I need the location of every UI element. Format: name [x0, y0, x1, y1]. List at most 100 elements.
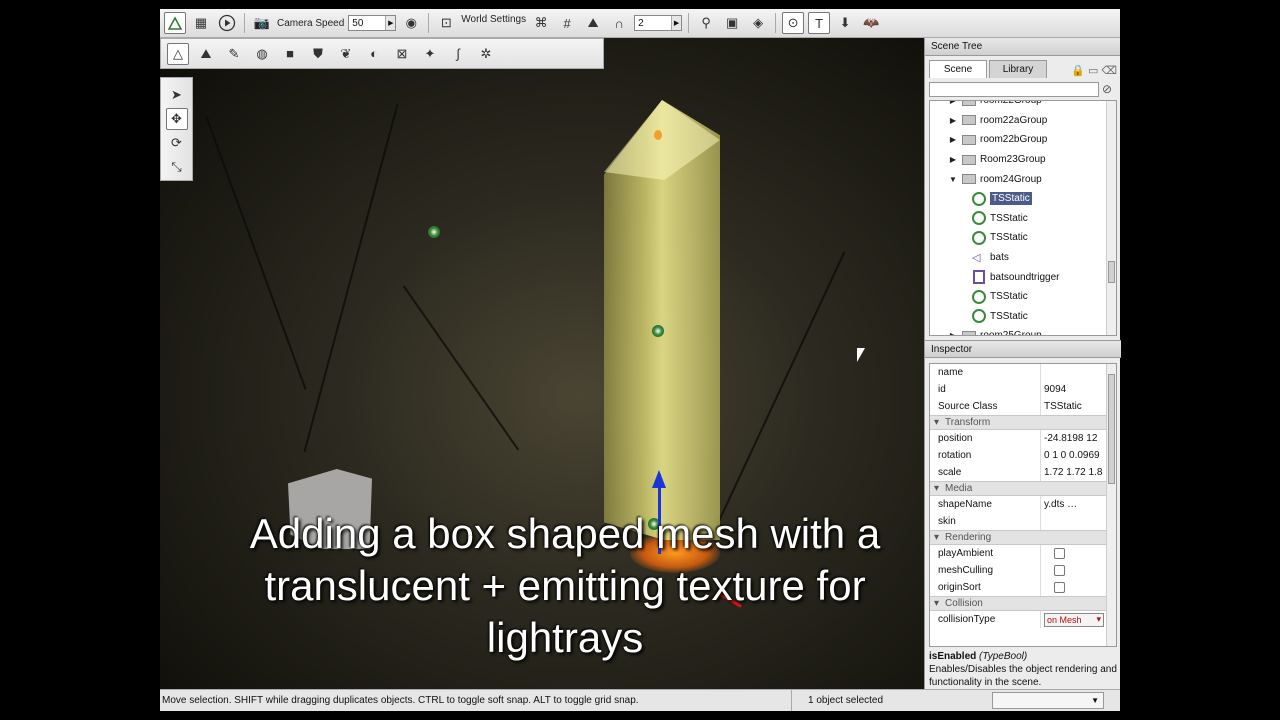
- tree-item[interactable]: ▶ room22Group: [930, 101, 1116, 111]
- inspector-header: Inspector: [925, 340, 1121, 358]
- road-editor-tool[interactable]: ∫: [447, 43, 469, 65]
- scene-tree-list[interactable]: ▶ room22Group ▶ room22aGroup ▶ room22bGroup ▶ R…: [929, 100, 1117, 336]
- tree-scroll-thumb[interactable]: [1108, 261, 1115, 283]
- inspector-scroll-thumb[interactable]: [1108, 374, 1115, 484]
- tree-item[interactable]: ▶ room22bGroup: [930, 130, 1116, 150]
- group-rendering[interactable]: ▾ Rendering: [930, 530, 1116, 545]
- tree-item[interactable]: TSStatic: [930, 307, 1116, 327]
- selection-center-button[interactable]: ⊙: [782, 12, 805, 34]
- expand-right-icon[interactable]: ▶: [948, 116, 958, 125]
- folder-icon[interactable]: ▭: [1088, 64, 1098, 77]
- terrain-painter-tool[interactable]: ✎: [223, 43, 245, 65]
- camera-speed-input[interactable]: 50 ▶: [348, 15, 397, 31]
- snap-size-input[interactable]: 2 ▶: [634, 15, 683, 31]
- text-button[interactable]: T: [808, 12, 831, 34]
- tree-item[interactable]: ▶ Room23Group: [930, 150, 1116, 170]
- lock-icon[interactable]: 🔒: [1071, 64, 1085, 77]
- tree-item[interactable]: ▶ room25Group: [930, 326, 1116, 335]
- object-editor-tool[interactable]: △: [167, 42, 189, 65]
- terrain-editor-tool[interactable]: ⛰: [195, 43, 217, 65]
- light-bulb-icon[interactable]: [654, 130, 662, 140]
- clear-filter-icon[interactable]: ⊘: [1102, 82, 1112, 96]
- prop-originsort: originSort: [930, 579, 1116, 596]
- expand-right-icon[interactable]: ▶: [948, 331, 958, 335]
- tree-item-label: TSStatic: [990, 291, 1028, 303]
- expand-right-icon[interactable]: ▶: [948, 135, 958, 144]
- collisiontype-select[interactable]: on Mesh ▾: [1044, 612, 1104, 627]
- datablock-editor-tool[interactable]: ⛊: [307, 43, 329, 65]
- tab-library[interactable]: Library: [989, 60, 1047, 78]
- select-arrow-button[interactable]: ➤: [166, 84, 188, 106]
- tree-item[interactable]: TSStatic: [930, 228, 1116, 248]
- tree-item[interactable]: TSStatic: [930, 189, 1116, 209]
- tree-item[interactable]: batsoundtrigger: [930, 267, 1116, 287]
- meshculling-checkbox[interactable]: [1054, 565, 1065, 576]
- trash-icon[interactable]: ⌫: [1101, 64, 1117, 77]
- spin-arrow-icon[interactable]: ▶: [671, 16, 682, 30]
- world-editor-button[interactable]: [164, 12, 186, 34]
- browse-icon[interactable]: …: [1067, 499, 1077, 510]
- drop-object-button[interactable]: ⬇: [834, 12, 856, 34]
- gizmo-y-arrow-icon[interactable]: [652, 470, 666, 488]
- eye-icon: ◉: [405, 15, 417, 30]
- render-bounds-button[interactable]: ◈: [747, 12, 769, 34]
- soft-snap-button[interactable]: ∩: [608, 12, 630, 34]
- skin-field[interactable]: [1040, 513, 1104, 530]
- scale-tool-button[interactable]: ⤡: [166, 156, 188, 178]
- forest-editor-tool[interactable]: ❦: [335, 43, 357, 65]
- mesh-road-tool[interactable]: ⊠: [391, 43, 413, 65]
- object-box-button[interactable]: ⚲: [695, 12, 717, 34]
- rotation-field[interactable]: 0 1 0 0.0969: [1040, 447, 1104, 464]
- 3d-viewport[interactable]: Adding a box shaped mesh with a transluc…: [160, 38, 924, 689]
- folder-icon: [962, 330, 976, 335]
- static-marker-icon[interactable]: [652, 325, 664, 337]
- decal-editor-tool[interactable]: ◐: [363, 43, 385, 65]
- tree-scrollbar[interactable]: [1106, 101, 1116, 335]
- snap-settings-button[interactable]: ⌘: [530, 12, 552, 34]
- move-tool-button[interactable]: ✥: [165, 108, 188, 130]
- scene-filter-input[interactable]: [929, 82, 1099, 97]
- world-editor-icon: [167, 16, 183, 30]
- playambient-checkbox[interactable]: [1054, 548, 1065, 559]
- scale-field[interactable]: 1.72 1.72 1.8: [1040, 464, 1104, 481]
- name-field[interactable]: [1040, 364, 1104, 381]
- tab-scene[interactable]: Scene: [929, 60, 987, 78]
- tree-item-label: bats: [990, 252, 1009, 264]
- navmesh-tool[interactable]: ✦: [419, 43, 441, 65]
- gui-editor-button[interactable]: ▦: [190, 12, 212, 34]
- tree-item[interactable]: ▶ room22aGroup: [930, 111, 1116, 131]
- static-marker-icon[interactable]: [428, 226, 440, 238]
- layout-icon: ▦: [194, 15, 208, 30]
- tree-item[interactable]: TSStatic: [930, 209, 1116, 229]
- material-editor-tool[interactable]: ◍: [251, 43, 273, 65]
- sketch-tool[interactable]: ■: [279, 43, 301, 65]
- group-transform[interactable]: ▾ Transform: [930, 415, 1116, 430]
- particle-editor-tool[interactable]: ✲: [475, 43, 497, 65]
- shapename-field[interactable]: y.dts …: [1040, 496, 1104, 513]
- fit-view-button[interactable]: ⊡: [435, 12, 457, 34]
- group-collision[interactable]: ▾ Collision: [930, 596, 1116, 611]
- tree-item[interactable]: ▼ room24Group: [930, 169, 1116, 189]
- help-text: Enables/Disables the object rendering an…: [929, 664, 1117, 688]
- visibility-button[interactable]: ◉: [400, 12, 422, 34]
- expand-right-icon[interactable]: ▶: [948, 155, 958, 164]
- terrain-snap-button[interactable]: ⛰: [582, 12, 604, 34]
- collapse-icon: ▾: [934, 598, 940, 609]
- tree-item[interactable]: ◁ bats: [930, 248, 1116, 268]
- expand-right-icon[interactable]: ▶: [948, 101, 958, 105]
- play-icon: [218, 14, 236, 32]
- bounds-button[interactable]: ▣: [721, 12, 743, 34]
- spin-arrow-icon[interactable]: ▶: [385, 16, 396, 30]
- expand-down-icon[interactable]: ▼: [948, 175, 958, 184]
- inspector-scrollbar[interactable]: [1106, 364, 1116, 646]
- position-field[interactable]: -24.8198 12: [1040, 430, 1104, 447]
- grid-snap-button[interactable]: #: [556, 12, 578, 34]
- group-media[interactable]: ▾ Media: [930, 481, 1116, 496]
- play-game-button[interactable]: [216, 12, 238, 34]
- originsort-checkbox[interactable]: [1054, 582, 1065, 593]
- status-dropdown[interactable]: ▼: [992, 692, 1104, 709]
- tree-item[interactable]: TSStatic: [930, 287, 1116, 307]
- visibility-layers-button[interactable]: 🦇: [860, 12, 882, 34]
- camera-button[interactable]: 📷: [251, 12, 273, 34]
- rotate-tool-button[interactable]: ⟳: [166, 132, 188, 154]
